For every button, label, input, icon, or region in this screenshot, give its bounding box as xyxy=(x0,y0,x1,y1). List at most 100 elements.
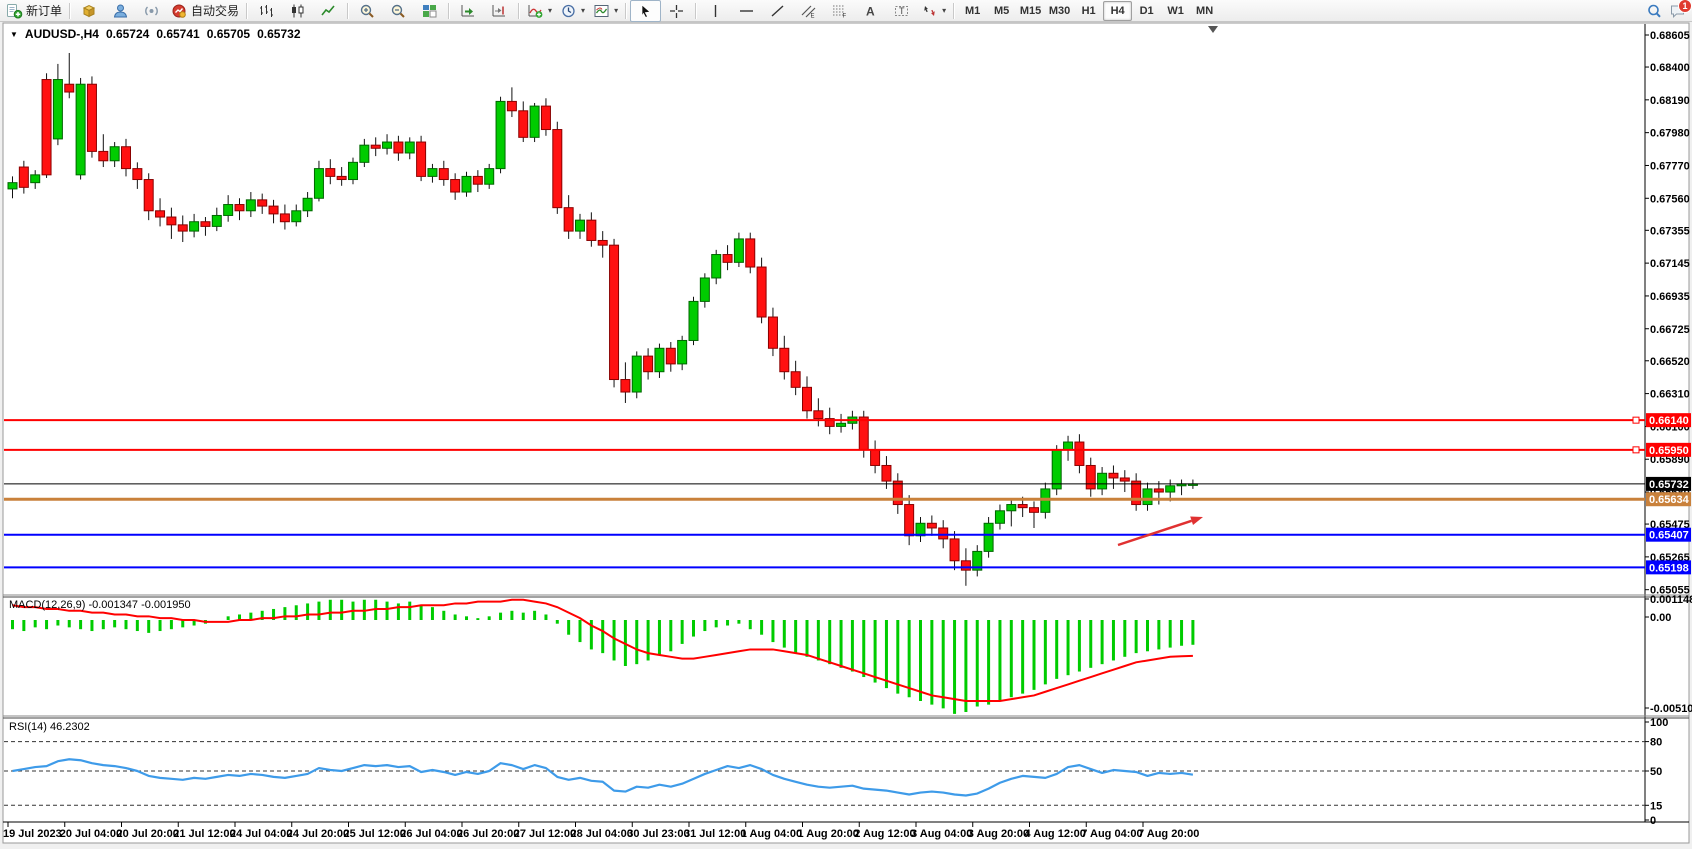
price-tick-label: 0.66725 xyxy=(1650,324,1690,336)
candle xyxy=(905,505,914,536)
candle xyxy=(1007,505,1016,511)
candle xyxy=(587,220,596,240)
chart-canvas: 0.686050.684000.681900.679800.677700.675… xyxy=(0,0,1692,849)
candle xyxy=(961,561,970,570)
price-tick-label: 0.68605 xyxy=(1650,30,1690,42)
quote-close: 0.65732 xyxy=(257,27,300,41)
candle xyxy=(700,278,709,301)
candle xyxy=(314,169,323,199)
time-tick-label: 7 Aug 20:00 xyxy=(1138,828,1199,840)
time-tick-label: 31 Jul 12:00 xyxy=(684,828,746,840)
candle xyxy=(485,169,494,185)
macd-axis-label: 0.00 xyxy=(1650,612,1671,624)
candle xyxy=(1132,481,1141,504)
candle xyxy=(507,101,516,110)
candle xyxy=(269,206,278,214)
candle xyxy=(995,511,1004,524)
candle xyxy=(99,151,108,160)
candle xyxy=(1064,442,1073,450)
rsi-level-label: 100 xyxy=(1650,717,1668,729)
time-tick-label: 24 Jul 20:00 xyxy=(287,828,349,840)
candle xyxy=(383,142,392,148)
candle xyxy=(803,387,812,410)
price-tick-label: 0.66520 xyxy=(1650,356,1690,368)
candle xyxy=(632,356,641,392)
symbol-period-label: AUDUSD-,H4 xyxy=(25,27,99,41)
candle xyxy=(757,267,766,317)
rsi-level-label: 50 xyxy=(1650,766,1662,778)
candle xyxy=(31,175,40,183)
candle xyxy=(553,130,562,208)
candle xyxy=(939,528,948,539)
time-tick-label: 24 Jul 04:00 xyxy=(230,828,292,840)
candle xyxy=(1109,473,1118,478)
time-tick-label: 26 Jul 20:00 xyxy=(457,828,519,840)
candle xyxy=(417,142,426,176)
candle xyxy=(950,539,959,561)
rsi-level-label: 80 xyxy=(1650,737,1662,749)
candle xyxy=(837,423,846,426)
candle xyxy=(258,200,267,206)
candle xyxy=(53,80,62,139)
candle xyxy=(133,169,142,180)
candle xyxy=(178,225,187,231)
line-selection-marker[interactable] xyxy=(1633,417,1639,423)
candle xyxy=(65,84,74,92)
candle xyxy=(76,84,85,175)
candle xyxy=(621,380,630,393)
time-tick-label: 25 Jul 12:00 xyxy=(344,828,406,840)
candle xyxy=(893,481,902,504)
candle xyxy=(871,450,880,466)
candle xyxy=(405,142,414,153)
candle xyxy=(564,208,573,231)
price-line-label-text: 0.65950 xyxy=(1649,445,1689,457)
time-tick-label: 3 Aug 04:00 xyxy=(911,828,972,840)
quote-high: 0.65741 xyxy=(156,27,199,41)
candle xyxy=(42,80,51,175)
candle xyxy=(1120,478,1129,481)
candle xyxy=(190,222,199,231)
price-line-label-text: 0.66140 xyxy=(1649,415,1689,427)
candle xyxy=(678,340,687,363)
candle xyxy=(451,180,460,193)
candle xyxy=(19,167,28,187)
candle xyxy=(610,245,619,379)
time-tick-label: 19 Jul 2023 xyxy=(3,828,62,840)
candle xyxy=(349,162,358,179)
candle xyxy=(927,523,936,528)
candle xyxy=(1030,508,1039,513)
time-tick-label: 21 Jul 12:00 xyxy=(173,828,235,840)
macd-axis-label: -0.005104 xyxy=(1650,703,1692,715)
macd-axis-label: 0.001148 xyxy=(1650,594,1692,606)
candle xyxy=(519,111,528,138)
candle xyxy=(110,147,119,161)
time-tick-label: 20 Jul 04:00 xyxy=(60,828,122,840)
candle xyxy=(655,348,664,371)
time-tick-label: 7 Aug 04:00 xyxy=(1081,828,1142,840)
time-tick-label: 4 Aug 12:00 xyxy=(1025,828,1086,840)
candle xyxy=(859,417,868,450)
candle xyxy=(1052,450,1061,489)
candle xyxy=(394,142,403,153)
mt4-window: 新订单自动交易▾▾▾EFAT▾M1M5M15M30H1H4D1W1MN1 0.6… xyxy=(0,0,1692,849)
time-tick-label: 30 Jul 23:00 xyxy=(627,828,689,840)
rsi-level-label: 15 xyxy=(1650,800,1662,812)
time-tick-label: 28 Jul 04:00 xyxy=(571,828,633,840)
candle xyxy=(1018,505,1027,508)
collapse-quotes-icon[interactable]: ▼ xyxy=(10,30,18,39)
candle xyxy=(689,301,698,340)
candle xyxy=(144,180,153,211)
price-line-label-text: 0.65198 xyxy=(1649,562,1689,574)
candle xyxy=(496,101,505,168)
price-line-label-text: 0.65732 xyxy=(1649,479,1689,491)
price-tick-label: 0.66935 xyxy=(1650,291,1690,303)
candle xyxy=(1075,442,1084,465)
quote-open: 0.65724 xyxy=(106,27,149,41)
time-tick-label: 3 Aug 20:00 xyxy=(968,828,1029,840)
line-selection-marker[interactable] xyxy=(1633,447,1639,453)
candle xyxy=(303,198,312,211)
candle xyxy=(530,106,539,137)
candle xyxy=(984,523,993,551)
candle xyxy=(337,176,346,179)
price-tick-label: 0.68400 xyxy=(1650,62,1690,74)
